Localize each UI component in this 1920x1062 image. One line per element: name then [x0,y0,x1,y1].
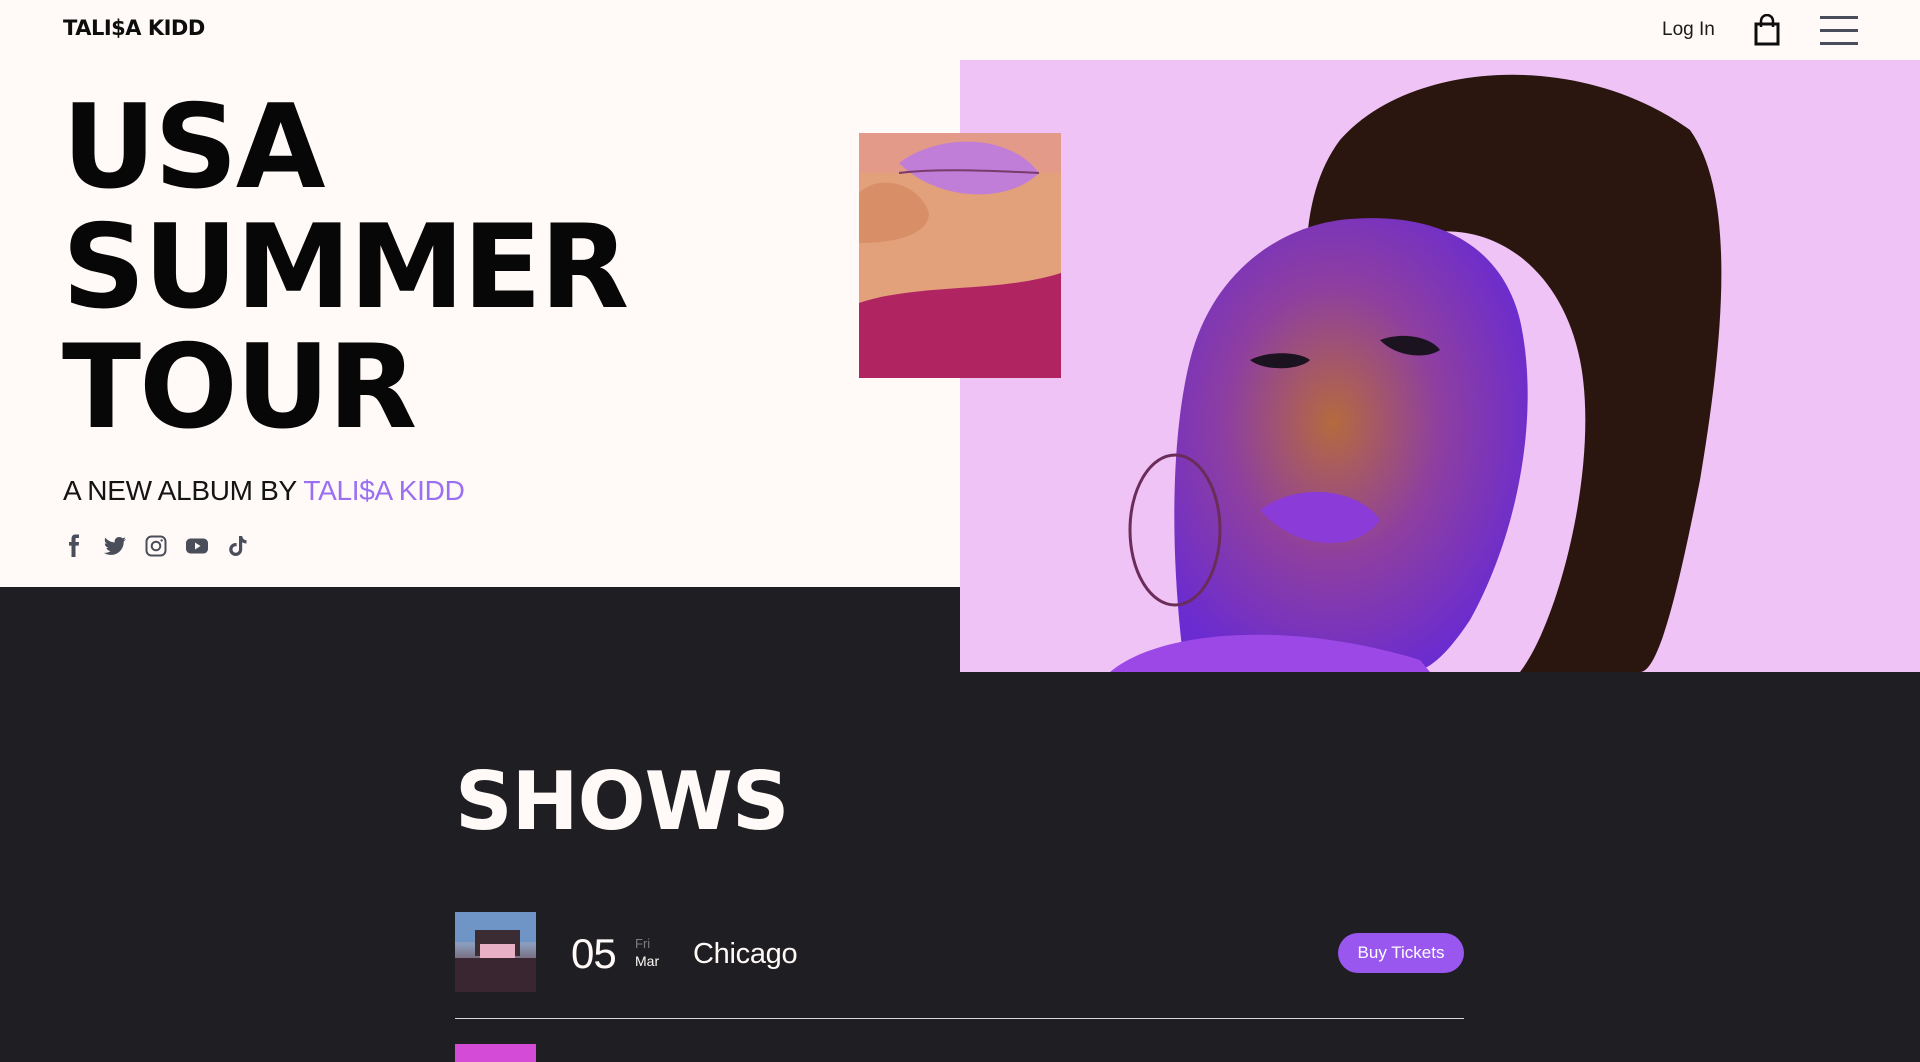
show-thumbnail-image [455,912,536,992]
show-day: 05 [571,930,617,977]
lips-closeup-image [859,133,1061,378]
shopping-bag-icon[interactable] [1753,14,1781,46]
instagram-icon[interactable] [144,534,168,558]
shows-heading: SHOWS [455,755,789,848]
show-city: Chicago [693,938,798,970]
site-header: TALI$A KIDD Log In [0,0,1920,60]
album-artist-link[interactable]: TALI$A KIDD [303,475,464,506]
tiktok-icon[interactable] [226,534,250,558]
hero-title: USA SUMMER TOUR [62,80,629,455]
twitter-icon[interactable] [103,534,127,558]
hero-title-line: TOUR [62,320,417,455]
hamburger-menu-icon[interactable] [1820,14,1858,46]
login-link[interactable]: Log In [1662,19,1715,41]
social-links [62,534,250,558]
site-logo[interactable]: TALI$A KIDD [63,16,205,40]
show-thumbnail-image [455,1044,536,1062]
album-subtitle: A NEW ALBUM BY TALI$A KIDD [63,475,465,507]
show-row: 05 Fri Mar Chicago Buy Tickets [455,912,1464,1019]
hero-title-line: USA [62,80,326,215]
facebook-icon[interactable] [62,534,86,558]
artist-portrait-image [960,60,1920,672]
buy-tickets-button[interactable]: Buy Tickets [1338,933,1464,973]
album-prefix: A NEW ALBUM BY [63,475,297,506]
show-weekday: Fri [635,936,651,951]
hero-title-line: SUMMER [62,200,629,335]
youtube-icon[interactable] [185,534,209,558]
show-month: Mar [635,953,660,969]
